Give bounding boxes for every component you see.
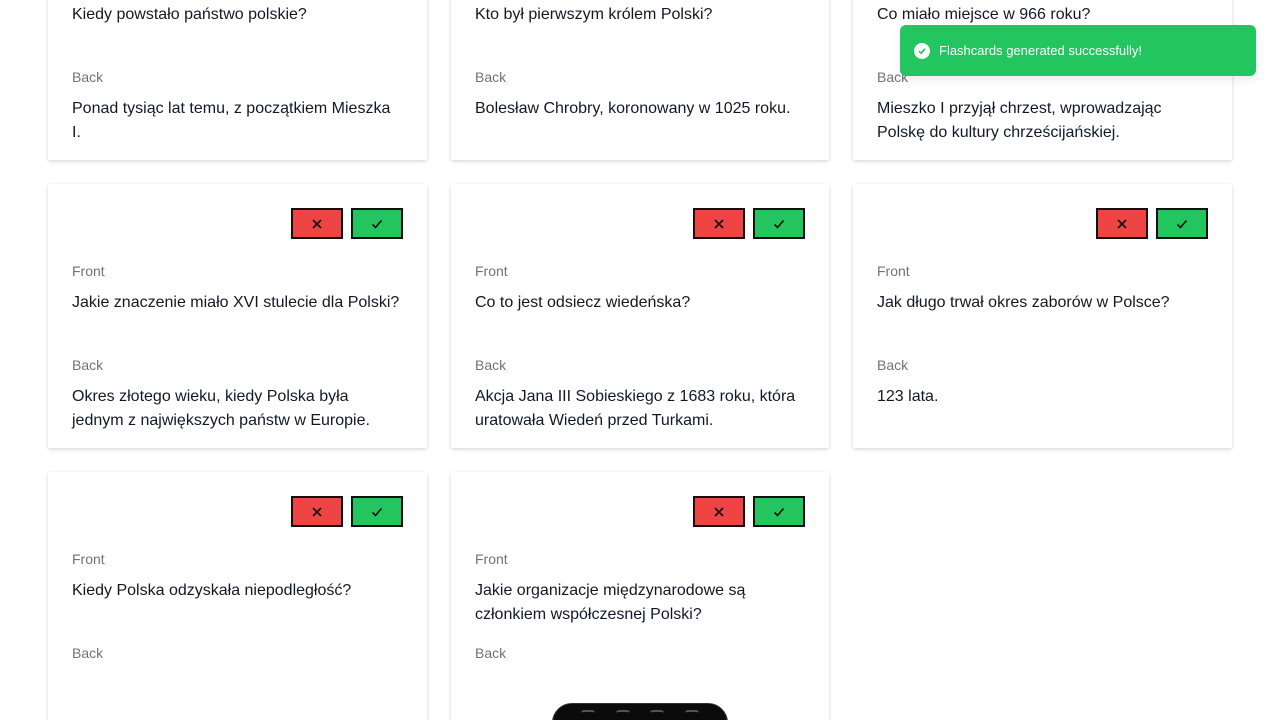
close-icon (1117, 218, 1127, 229)
close-icon (714, 506, 724, 517)
check-icon (371, 507, 383, 517)
front-text: Jak długo trwał okres zaborów w Polsce? (877, 294, 1170, 311)
toolbar-icon[interactable] (650, 710, 665, 720)
card-actions (475, 496, 805, 527)
back-label: Back (72, 357, 104, 373)
back-text: Okres złotego wieku, kiedy Polska była j… (72, 388, 370, 429)
reject-button[interactable] (291, 496, 343, 527)
toolbar-icon[interactable] (684, 710, 699, 720)
front-label: Front (72, 551, 105, 567)
close-icon (312, 218, 322, 229)
back-label: Back (72, 69, 104, 85)
dev-toolbar[interactable] (552, 703, 728, 720)
back-label: Back (475, 69, 507, 85)
reject-button[interactable] (1096, 208, 1148, 239)
flashcard: Front Co to jest odsiecz wiedeńska? Back… (451, 184, 829, 448)
close-icon (714, 218, 724, 229)
check-icon (371, 219, 383, 229)
back-text: Mieszko I przyjął chrzest, wprowadzając … (877, 100, 1162, 141)
reject-button[interactable] (291, 208, 343, 239)
card-actions (475, 208, 805, 239)
back-text: Bolesław Chrobry, koronowany w 1025 roku… (475, 100, 791, 117)
back-text: Ponad tysiąc lat temu, z początkiem Mies… (72, 100, 391, 141)
check-icon (773, 507, 785, 517)
back-label: Back (475, 645, 507, 661)
accept-button[interactable] (351, 208, 403, 239)
front-text: Kto był pierwszym królem Polski? (475, 6, 713, 23)
toolbar-icon[interactable] (615, 710, 630, 720)
front-text: Jakie znaczenie miało XVI stulecie dla P… (72, 294, 400, 311)
front-label: Front (72, 263, 105, 279)
success-toast: Flashcards generated successfully! (900, 25, 1256, 76)
card-actions (72, 208, 403, 239)
flashcards-page: Front Kiedy powstało państwo polskie? Ba… (0, 0, 1280, 720)
check-icon (1176, 219, 1188, 229)
accept-button[interactable] (753, 208, 805, 239)
flashcard-grid: Front Kiedy powstało państwo polskie? Ba… (48, 0, 1232, 720)
accept-button[interactable] (753, 496, 805, 527)
flashcard: Front Kiedy Polska odzyskała niepodległo… (48, 472, 427, 720)
back-text: Akcja Jana III Sobieskiego z 1683 roku, … (475, 388, 796, 429)
accept-button[interactable] (1156, 208, 1208, 239)
check-circle-icon (914, 42, 930, 59)
front-text: Co to jest odsiecz wiedeńska? (475, 294, 691, 311)
toolbar-icon[interactable] (581, 710, 596, 720)
front-label: Front (475, 551, 508, 567)
toast-message: Flashcards generated successfully! (939, 43, 1143, 58)
check-icon (773, 219, 785, 229)
card-actions (72, 496, 403, 527)
front-text: Kiedy powstało państwo polskie? (72, 6, 307, 23)
front-label: Front (475, 263, 508, 279)
close-icon (312, 506, 322, 517)
flashcard: Front Co miało miejsce w 966 roku? Back … (853, 0, 1232, 160)
front-text: Kiedy Polska odzyskała niepodległość? (72, 582, 352, 599)
flashcard: Front Jakie znaczenie miało XVI stulecie… (48, 184, 427, 448)
reject-button[interactable] (693, 496, 745, 527)
flashcard: Front Kto był pierwszym królem Polski? B… (451, 0, 829, 160)
reject-button[interactable] (693, 208, 745, 239)
back-label: Back (72, 645, 104, 661)
card-actions (877, 208, 1208, 239)
flashcard: Front Jakie organizacje międzynarodowe s… (451, 472, 829, 720)
back-label: Back (475, 357, 507, 373)
back-label: Back (877, 357, 909, 373)
front-label: Front (877, 263, 910, 279)
flashcard: Front Jak długo trwał okres zaborów w Po… (853, 184, 1232, 448)
front-text: Jakie organizacje międzynarodowe są czło… (475, 582, 746, 623)
accept-button[interactable] (351, 496, 403, 527)
flashcard: Front Kiedy powstało państwo polskie? Ba… (48, 0, 427, 160)
back-text: 123 lata. (877, 388, 939, 405)
